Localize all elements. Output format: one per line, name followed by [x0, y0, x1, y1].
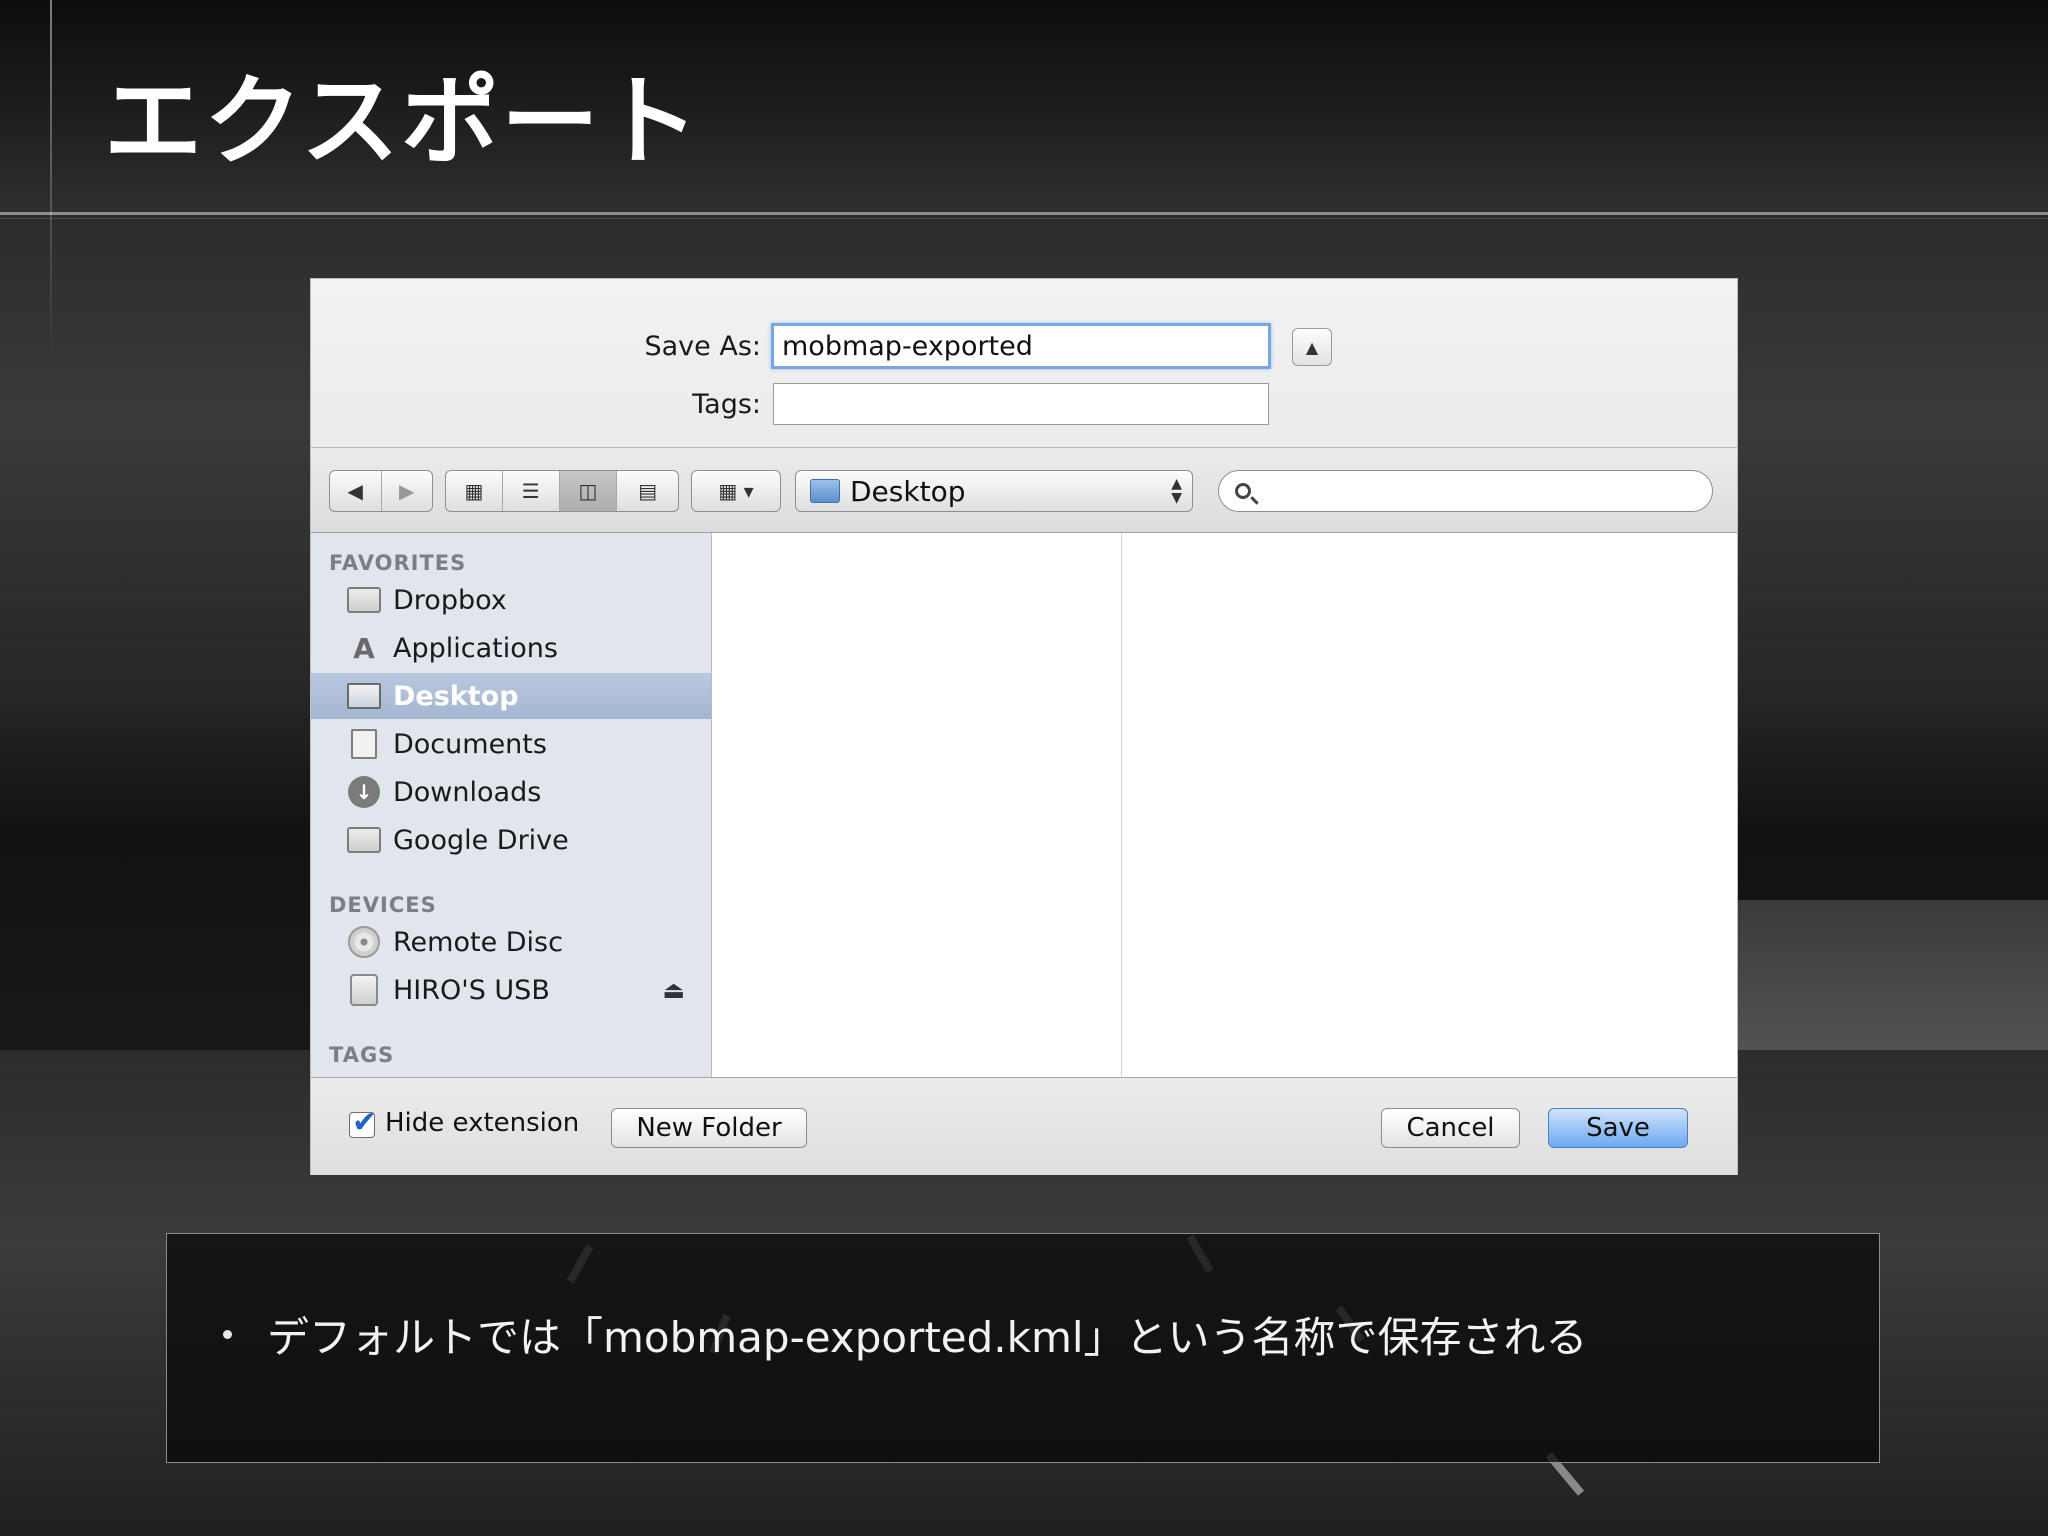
search-field[interactable] [1218, 470, 1713, 512]
caption-text: デフォルトでは「mobmap-exported.kml」という名称で保存される [267, 1313, 1588, 1362]
applications-icon: A [353, 631, 375, 665]
list-view-icon: ☰ [521, 479, 540, 503]
sidebar-item-applications[interactable]: A Applications [311, 625, 711, 671]
sidebar-item-desktop[interactable]: Desktop [311, 673, 711, 719]
popup-arrows-icon: ▲ ▼ [1171, 476, 1182, 506]
usb-drive-icon [347, 974, 381, 1006]
disc-icon [347, 926, 381, 958]
back-forward-control: ◀ ▶ [329, 470, 433, 512]
favorites-heading: FAVORITES [329, 551, 467, 575]
hide-extension-label[interactable]: Hide extension [385, 1108, 579, 1138]
downloads-icon: ↓ [347, 776, 381, 808]
title-accent-line [50, 0, 52, 360]
documents-icon [347, 729, 381, 759]
title-divider [0, 212, 2048, 215]
sidebar-item-remote-disc[interactable]: Remote Disc [311, 919, 711, 965]
triangle-up-icon: ▲ [1305, 337, 1319, 357]
sidebar-item-label: Desktop [393, 680, 519, 712]
browser-toolbar: ◀ ▶ ▦ ☰ ◫ ▤ ▦ ▾ Desktop ▲ ▼ [311, 448, 1737, 533]
save-header: Save As: ▲ Tags: [311, 279, 1737, 448]
folder-icon [347, 585, 381, 615]
tags-label: Tags: [692, 389, 761, 420]
view-mode-control: ▦ ☰ ◫ ▤ [445, 470, 679, 512]
save-as-input[interactable] [771, 323, 1271, 369]
sidebar-item-downloads[interactable]: ↓ Downloads [311, 769, 711, 815]
forward-arrow-icon: ▶ [399, 479, 415, 503]
desktop-icon [347, 681, 381, 711]
sidebar-item-label: HIRO'S USB [393, 974, 550, 1006]
title-divider-shadow [0, 218, 2048, 219]
tags-heading: TAGS [329, 1043, 395, 1067]
back-arrow-icon: ◀ [347, 479, 363, 503]
icon-view-icon: ▦ [464, 479, 484, 503]
sidebar-item-google-drive[interactable]: Google Drive [311, 817, 711, 863]
back-button[interactable]: ◀ [330, 471, 382, 511]
sidebar: FAVORITES Dropbox A Applications Desktop… [311, 533, 712, 1077]
tags-input[interactable] [773, 383, 1269, 425]
slide-title: エクスポート [104, 65, 702, 179]
sidebar-item-label: Applications [393, 632, 558, 664]
devices-heading: DEVICES [329, 893, 437, 917]
list-view-button[interactable]: ☰ [503, 471, 560, 511]
bullet-icon [223, 1330, 232, 1339]
sidebar-item-hiros-usb[interactable]: HIRO'S USB ⏏ [311, 967, 711, 1013]
coverflow-view-button[interactable]: ▤ [617, 471, 678, 511]
eject-icon[interactable]: ⏏ [662, 976, 685, 1004]
new-folder-button[interactable]: New Folder [611, 1108, 807, 1148]
expand-dialog-button[interactable]: ▲ [1292, 328, 1332, 366]
folder-icon [810, 479, 840, 503]
hide-extension-checkbox[interactable] [349, 1105, 377, 1140]
sidebar-item-label: Documents [393, 728, 547, 760]
dialog-footer: Hide extension New Folder Cancel Save [311, 1077, 1737, 1175]
coverflow-view-icon: ▤ [638, 479, 658, 503]
browser-column-1[interactable] [712, 533, 1122, 1077]
caption-box: デフォルトでは「mobmap-exported.kml」という名称で保存される [166, 1233, 1880, 1463]
forward-button[interactable]: ▶ [382, 471, 433, 511]
save-as-label: Save As: [644, 331, 762, 362]
sidebar-item-label: Downloads [393, 776, 542, 808]
sidebar-item-label: Dropbox [393, 584, 507, 616]
arrange-menu-button[interactable]: ▦ ▾ [691, 470, 781, 512]
location-label: Desktop [850, 474, 966, 508]
sidebar-item-label: Remote Disc [393, 926, 563, 958]
search-icon [1235, 483, 1251, 499]
save-dialog: Save As: ▲ Tags: ◀ ▶ ▦ ☰ ◫ ▤ ▦ ▾ Desktop… [311, 279, 1737, 1175]
cancel-button[interactable]: Cancel [1381, 1108, 1520, 1148]
folder-icon [347, 825, 381, 855]
sidebar-item-dropbox[interactable]: Dropbox [311, 577, 711, 623]
icon-view-button[interactable]: ▦ [446, 471, 503, 511]
sidebar-item-documents[interactable]: Documents [311, 721, 711, 767]
column-view-icon: ◫ [578, 479, 598, 503]
arrange-cell: ▦ ▾ [692, 471, 780, 511]
arrange-icon: ▦ ▾ [718, 479, 754, 503]
sidebar-item-label: Google Drive [393, 824, 569, 856]
column-view-button[interactable]: ◫ [559, 471, 618, 511]
browser-column-2[interactable] [1122, 533, 1737, 1077]
location-popup[interactable]: Desktop ▲ ▼ [795, 470, 1193, 512]
save-button[interactable]: Save [1548, 1108, 1688, 1148]
